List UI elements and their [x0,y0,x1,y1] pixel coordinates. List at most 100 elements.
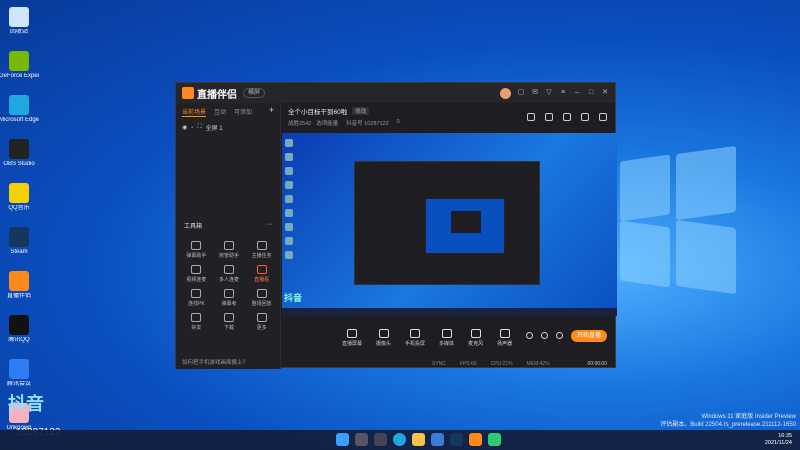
filter-icon[interactable]: ▽ [545,89,553,97]
source-button[interactable]: 麦克风 [468,329,483,347]
desktop-icon[interactable]: Microsoft Edge [0,92,39,136]
tool-label: 房管助手 [218,253,239,259]
tool-item[interactable]: 直播看 [245,265,278,283]
desktop-icon[interactable]: Steam [2,224,36,268]
live-timer: 00:00:00 [587,360,607,367]
camera-setting-icon[interactable] [526,332,533,339]
tool-item[interactable]: 弹幕助手 [180,241,213,259]
source-button[interactable]: 直播屏幕 [342,329,362,347]
tool-item[interactable]: 更多 [245,313,278,331]
scene-item[interactable]: ◉ ▫ ⛶ 全屏 1 [176,121,280,134]
desktop-icon[interactable]: 腾讯QQ [2,312,36,356]
app-logo: 直播伴侣 [182,86,237,101]
shop-icon[interactable] [545,113,553,121]
tool-item[interactable]: 整场回放 [245,289,278,307]
meeting-icon [9,359,29,379]
tool-item[interactable]: 主播任务 [245,241,278,259]
tool-item[interactable]: 多人连麦 [213,265,246,283]
edge-icon[interactable] [393,433,406,446]
bell-icon[interactable] [581,113,589,121]
status-sync: SYNC [432,360,446,367]
app-icon[interactable] [488,433,501,446]
start-icon[interactable] [336,433,349,446]
steam-icon[interactable] [450,433,463,446]
source-icon [347,329,357,338]
tab-current-scene[interactable]: 当前场景 [182,107,207,117]
more-icon[interactable]: ⋯ [266,221,272,230]
source-button[interactable]: 手机投屏 [405,329,425,347]
tab-addable[interactable]: 可添加 [234,107,252,117]
status-fps: FPS:60 [459,360,477,367]
sidebar: 当前场景 互动 可添加 + ◉ ▫ ⛶ 全屏 1 工具箱 ⋯ 弹幕助手 房管助手 主… [176,103,281,369]
tool-item[interactable]: 弹幕考 [213,289,246,307]
notes-icon[interactable] [563,113,571,121]
edit-title-button[interactable]: 修改 [352,107,370,115]
live-preview[interactable]: 抖音 [282,133,617,316]
desktop-icon[interactable]: GeForce Experience [0,48,39,92]
maximize-icon[interactable]: □ [587,89,595,97]
tool-item[interactable]: 下载 [213,313,246,331]
widgets-icon[interactable] [374,433,387,446]
help-footer-text[interactable]: 如何把手机游戏画面搬上？ [182,358,248,366]
minimize-icon[interactable]: – [573,89,581,97]
preview-taskbar [282,308,617,316]
overlay-logo: 抖音 [8,394,44,414]
file-explorer-icon[interactable] [412,433,425,446]
tool-icon [256,313,267,322]
main-panel: 全个小目标干到60啦 修改 战胜2542 · 选项能量 抖音号 10287122… [282,103,617,369]
menu-icon[interactable]: ≡ [559,89,567,97]
preview-nested-inner [451,211,481,233]
close-icon[interactable]: ✕ [601,89,609,97]
desktop-icon[interactable]: QQ音乐 [2,180,36,224]
tool-icon [223,289,234,298]
tool-label: 好友 [191,325,202,331]
clock-date: 2021/11/24 [764,440,792,446]
store-icon[interactable] [431,433,444,446]
source-label: 手机投屏 [405,341,426,347]
desktop-icon-label: OBS Studio [3,161,35,167]
livestream-helper-icon[interactable] [469,433,482,446]
desktop-icon[interactable]: 直播伴侣 [2,268,36,312]
preview-desktop-icons [282,133,296,316]
tool-icon [191,289,202,298]
source-button[interactable]: 多媒体 [439,329,454,347]
preview-nested-canvas [425,198,505,254]
tool-label: 视频连麦 [186,277,207,283]
tool-label: 整场回放 [251,301,272,307]
eye-icon[interactable]: ◉ [182,124,187,131]
tab-interaction[interactable]: 互动 [214,107,226,117]
tool-icon [191,265,202,274]
source-button[interactable]: 扬声器 [497,329,512,347]
edge-icon [9,95,29,115]
mode-pill[interactable]: 横屏 [243,88,266,98]
source-button[interactable]: 摄像头 [376,329,391,347]
room-meta-category[interactable]: 战胜2542 · 选项能量 [288,119,338,127]
add-scene-icon[interactable]: + [269,106,274,117]
windows-watermark: Windows 11 家庭版 Insider Preview 评估副本。Buil… [660,413,796,429]
room-title: 全个小目标干到60啦 [288,109,348,116]
tool-item[interactable]: 视频连麦 [180,265,213,283]
gift-icon[interactable] [527,113,535,121]
eye-setting-icon[interactable] [541,332,548,339]
nvidia-icon [9,51,29,71]
mail-icon[interactable]: ✉ [531,89,539,97]
settings-icon[interactable] [556,332,563,339]
avatar[interactable] [500,87,511,99]
share-icon[interactable] [599,113,607,121]
tool-item[interactable]: 连线PK [180,289,213,307]
desktop-icon[interactable]: OBS Studio [2,136,36,180]
room-meta-id: 抖音号 10287122 [346,121,389,127]
tool-icon [191,313,202,322]
message-icon[interactable]: ▢ [517,89,525,97]
desktop-icon[interactable]: 回收站 [2,4,36,48]
tool-item[interactable]: 房管助手 [213,241,246,259]
source-icon [441,329,452,338]
lock-icon[interactable]: ▫ [191,125,193,131]
system-clock[interactable]: 16:35 2021/11/24 [765,433,792,447]
tool-item[interactable]: 好友 [180,313,213,331]
recycle-bin-icon [9,7,29,27]
search-icon[interactable] [355,433,368,446]
desktop-icon-label: QQ音乐 [8,205,30,211]
start-live-button[interactable]: 开始直播 [571,330,607,342]
tool-icon [223,241,234,250]
